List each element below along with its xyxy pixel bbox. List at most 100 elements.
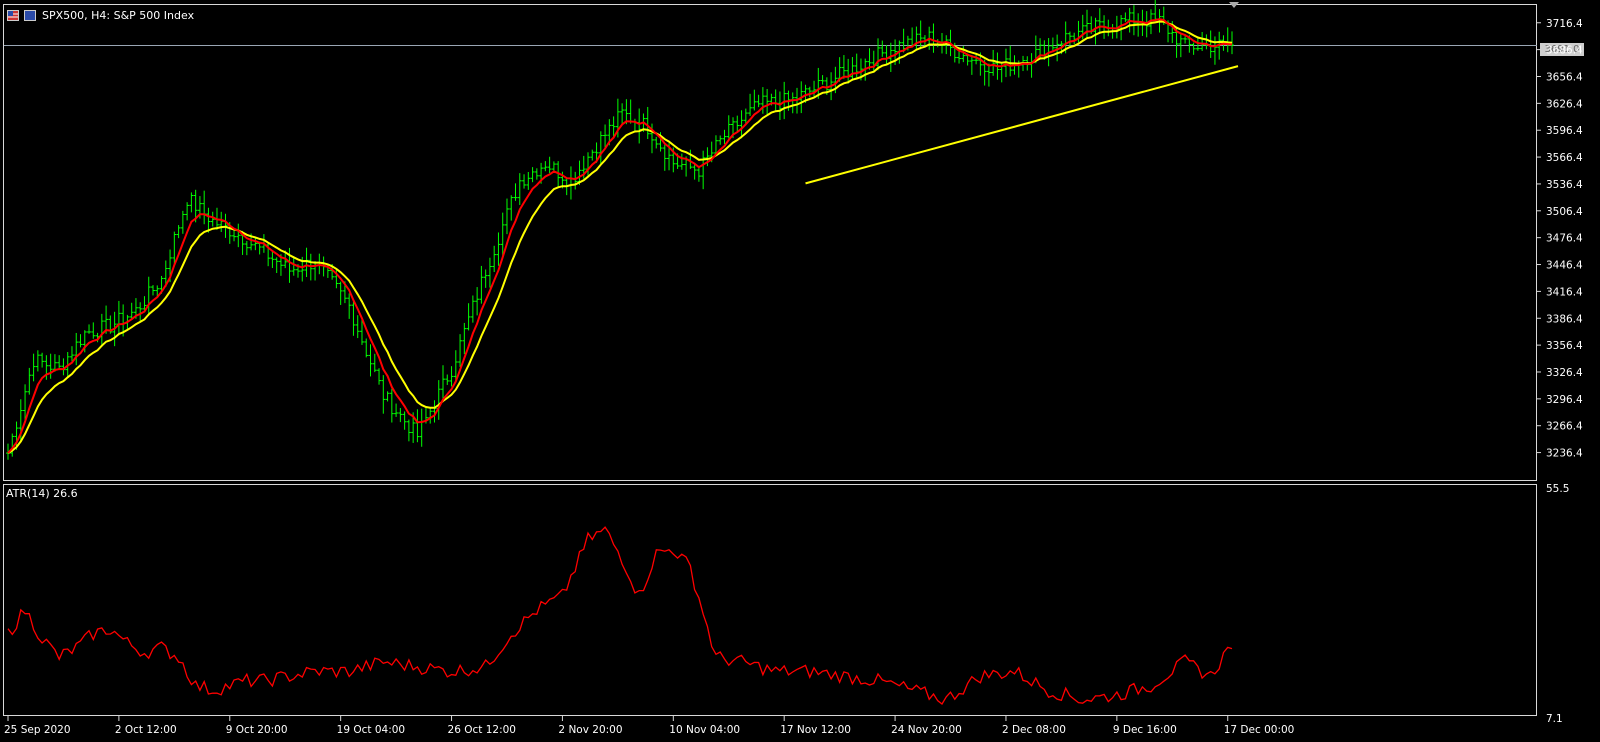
price-bar — [991, 49, 996, 76]
price-tick-label: 3626.4 — [1546, 98, 1583, 110]
price-bar — [57, 355, 62, 370]
price-bar — [1212, 36, 1217, 65]
price-bar — [773, 89, 778, 111]
price-bar — [645, 106, 650, 140]
price-bar — [504, 198, 509, 235]
price-bar — [449, 366, 454, 387]
price-bar — [377, 368, 382, 385]
price-bar — [530, 167, 535, 183]
price-bar — [543, 161, 548, 172]
price-tick-label: 3536.4 — [1546, 179, 1583, 191]
price-bar — [338, 281, 343, 305]
price-bar — [91, 322, 96, 339]
price-bar — [846, 58, 851, 84]
price-bar — [509, 195, 514, 221]
price-bar — [1072, 32, 1077, 45]
price-tick-label: 3596.4 — [1546, 125, 1583, 137]
price-bar — [180, 210, 185, 234]
atr-axis-max-label: 55.5 — [1546, 483, 1569, 495]
chart-canvas[interactable]: 3716.4 3686.4 3656.4 3626.4 3596.4 3566.4 3536… — [0, 0, 1600, 742]
time-tick-label: 26 Oct 12:00 — [448, 724, 516, 736]
price-bar — [620, 103, 625, 125]
price-bar — [841, 55, 846, 79]
price-bar — [820, 75, 825, 85]
price-bar — [419, 408, 424, 447]
price-bar — [662, 144, 667, 171]
price-bar — [1093, 17, 1098, 45]
price-bar — [573, 171, 578, 190]
trendline — [805, 65, 1239, 185]
price-bar — [1123, 12, 1128, 22]
price-tick-label: 3476.4 — [1546, 233, 1583, 245]
price-bar — [445, 374, 450, 385]
price-bar — [202, 190, 207, 225]
price-bar — [522, 174, 527, 189]
price-bar — [654, 136, 659, 149]
price-bar — [313, 261, 318, 281]
atr-axis-min-label: 7.1 — [1546, 713, 1563, 725]
price-bar — [483, 269, 488, 288]
price-bar — [385, 391, 390, 402]
price-bar — [372, 353, 377, 373]
price-bar — [99, 313, 104, 347]
price-bar — [219, 211, 224, 233]
time-tick-label: 17 Dec 00:00 — [1224, 724, 1295, 736]
price-bar — [470, 295, 475, 323]
price-bar — [1191, 42, 1196, 55]
price-bar — [1204, 34, 1209, 50]
price-bar — [381, 375, 386, 414]
price-bar — [598, 131, 603, 165]
time-tick-label: 2 Dec 08:00 — [1002, 724, 1066, 736]
price-bar — [1097, 8, 1102, 34]
price-bar — [351, 300, 356, 336]
time-tick-label: 24 Nov 20:00 — [891, 724, 962, 736]
price-bar — [807, 86, 812, 98]
time-tick-label: 10 Nov 04:00 — [669, 724, 740, 736]
price-bar — [176, 225, 181, 239]
price-bar — [1183, 36, 1188, 44]
price-bar — [568, 166, 573, 200]
price-tick-label: 3236.4 — [1546, 448, 1583, 460]
price-bar — [1084, 9, 1089, 39]
price-bar — [364, 338, 369, 358]
price-bar — [394, 403, 399, 417]
price-bar — [78, 334, 83, 348]
price-bar — [931, 23, 936, 53]
price-bar — [884, 44, 889, 66]
price-bar — [812, 80, 817, 98]
ma-slow-line — [7, 20, 1233, 454]
price-bar — [27, 367, 32, 395]
price-bar — [189, 192, 194, 213]
price-bar — [500, 212, 505, 256]
price-bar — [185, 202, 190, 221]
price-bar — [513, 183, 518, 201]
price-bar — [1008, 45, 1013, 77]
price-bar — [790, 92, 795, 114]
price-bar — [347, 293, 352, 319]
price-bar — [492, 245, 497, 273]
price-bar — [748, 93, 753, 116]
price-bar — [752, 89, 757, 111]
price-bar — [210, 211, 215, 227]
price-tick-label: 3356.4 — [1546, 340, 1583, 352]
price-bar — [1153, 0, 1158, 22]
price-tick-label: 3716.4 — [1546, 18, 1583, 30]
price-bar — [428, 407, 433, 424]
price-bar — [756, 94, 761, 108]
price-bar — [1067, 31, 1072, 46]
price-bar — [479, 265, 484, 304]
price-tick-label: 3656.4 — [1546, 71, 1583, 83]
time-tick-label: 2 Nov 20:00 — [558, 724, 622, 736]
price-bar — [722, 129, 727, 144]
price-bar — [1225, 27, 1230, 53]
price-bar — [586, 152, 591, 177]
price-bar — [1131, 5, 1136, 36]
price-bar — [40, 352, 45, 368]
price-tick-label: 3296.4 — [1546, 394, 1583, 406]
time-tick-label: 17 Nov 12:00 — [780, 724, 851, 736]
atr-line — [7, 526, 1233, 705]
price-bar — [146, 276, 151, 317]
price-bar — [1200, 31, 1205, 51]
price-bar — [1208, 30, 1213, 58]
price-bar — [116, 300, 121, 336]
